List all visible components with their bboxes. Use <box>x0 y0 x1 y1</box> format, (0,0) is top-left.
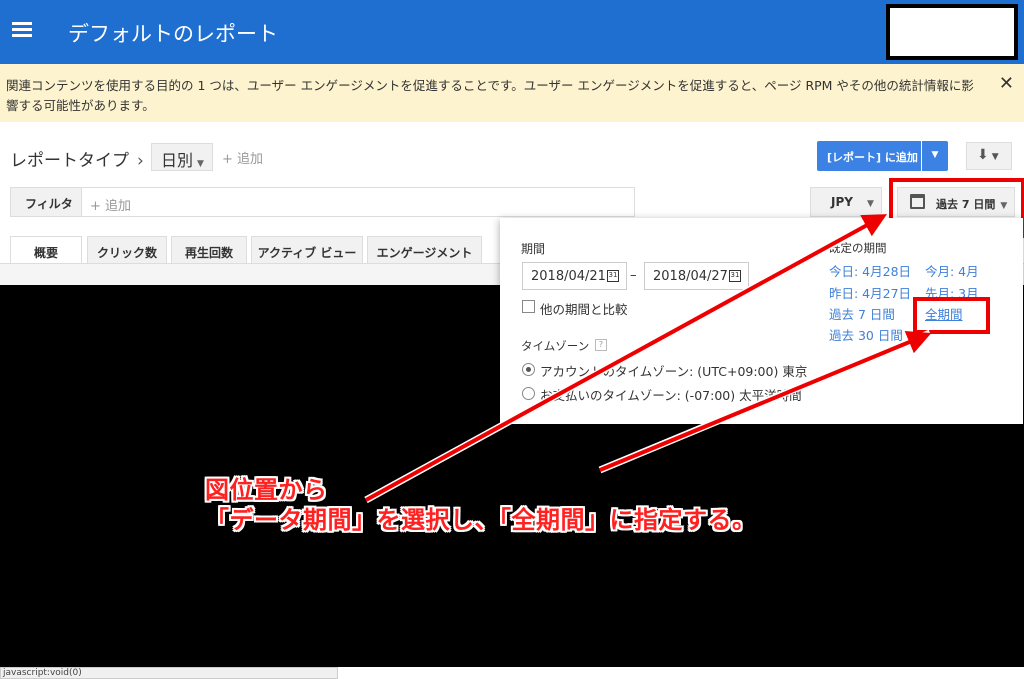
menu-icon[interactable] <box>12 22 32 38</box>
add-dimension-link[interactable]: + 追加 <box>222 148 263 167</box>
download-button[interactable]: ⬇ ▼ <box>966 142 1012 170</box>
timezone-account-radio[interactable] <box>522 363 535 376</box>
compare-label: 他の期間と比較 <box>540 302 628 317</box>
filter-input[interactable]: + 追加 <box>82 187 635 217</box>
tab-overview[interactable]: 概要 <box>10 236 82 264</box>
annotation-line-2: 「データ期間」を選択し、「全期間」に指定する。 <box>205 506 757 534</box>
notice-text: 関連コンテンツを使用する目的の 1 つは、ユーザー エンゲージメントを促進するこ… <box>6 78 974 113</box>
help-icon[interactable]: ? <box>595 339 607 351</box>
app-header: デフォルトのレポート <box>0 0 1024 64</box>
date-range-dash: – <box>630 268 637 283</box>
daily-dimension-button[interactable]: 日別 ▼ <box>151 143 213 171</box>
download-icon: ⬇ <box>977 147 989 163</box>
quick-this-month-link[interactable]: 今月: 4月 <box>925 261 979 280</box>
info-notice: 関連コンテンツを使用する目的の 1 つは、ユーザー エンゲージメントを促進するこ… <box>0 64 1024 122</box>
close-icon[interactable]: ✕ <box>999 74 1014 94</box>
filter-label: フィルタ <box>10 187 82 217</box>
quick-period-heading: 既定の期間 <box>829 241 887 255</box>
timezone-heading: タイムゾーン <box>521 339 590 353</box>
timezone-payment-radio[interactable] <box>522 387 535 400</box>
start-date-value: 2018/04/21 <box>531 269 606 284</box>
chevron-right-icon: › <box>137 151 144 171</box>
highlight-box-all-time <box>913 297 990 334</box>
browser-status-bar: javascript:void(0) <box>0 667 338 679</box>
end-date-input[interactable]: 2018/04/27 31 <box>644 262 749 290</box>
caret-down-icon: ▼ <box>197 159 204 169</box>
calendar-icon[interactable]: 31 <box>729 270 741 282</box>
timezone-account-label: アカウントのタイムゾーン: (UTC+09:00) 東京 <box>540 364 808 379</box>
tab-engagement[interactable]: エンゲージメント <box>367 236 482 264</box>
quick-last-30-days-link[interactable]: 過去 30 日間 <box>829 325 903 344</box>
report-type-breadcrumb: レポートタイプ › <box>10 146 144 171</box>
tab-views[interactable]: 再生回数 <box>171 236 247 264</box>
quick-last-7-days-link[interactable]: 過去 7 日間 <box>829 304 895 323</box>
add-to-report-button[interactable]: [レポート] に追加 <box>817 141 921 171</box>
caret-down-icon: ▼ <box>991 152 999 162</box>
report-type-label: レポートタイプ <box>10 151 129 171</box>
currency-value: JPY <box>831 195 853 209</box>
page-title: デフォルトのレポート <box>68 22 278 46</box>
end-date-value: 2018/04/27 <box>653 269 728 284</box>
period-heading: 期間 <box>521 242 546 256</box>
daily-label: 日別 <box>161 151 194 170</box>
quick-yesterday-link[interactable]: 昨日: 4月27日 <box>829 283 911 302</box>
calendar-icon[interactable]: 31 <box>607 270 619 282</box>
tab-active-view[interactable]: アクティブ ビュー <box>251 236 363 264</box>
redacted-account-area <box>886 4 1018 60</box>
caret-down-icon: ▼ <box>931 150 939 160</box>
caret-down-icon: ▼ <box>866 199 874 209</box>
tab-clicks[interactable]: クリック数 <box>87 236 167 264</box>
quick-today-link[interactable]: 今日: 4月28日 <box>829 261 911 280</box>
timezone-payment-label: お支払いのタイムゾーン: (-07:00) 太平洋時間 <box>540 388 802 403</box>
currency-select[interactable]: JPY ▼ <box>810 187 882 217</box>
add-to-report-dropdown[interactable]: ▼ <box>922 141 948 171</box>
compare-checkbox[interactable] <box>522 300 535 313</box>
start-date-input[interactable]: 2018/04/21 31 <box>522 262 627 290</box>
